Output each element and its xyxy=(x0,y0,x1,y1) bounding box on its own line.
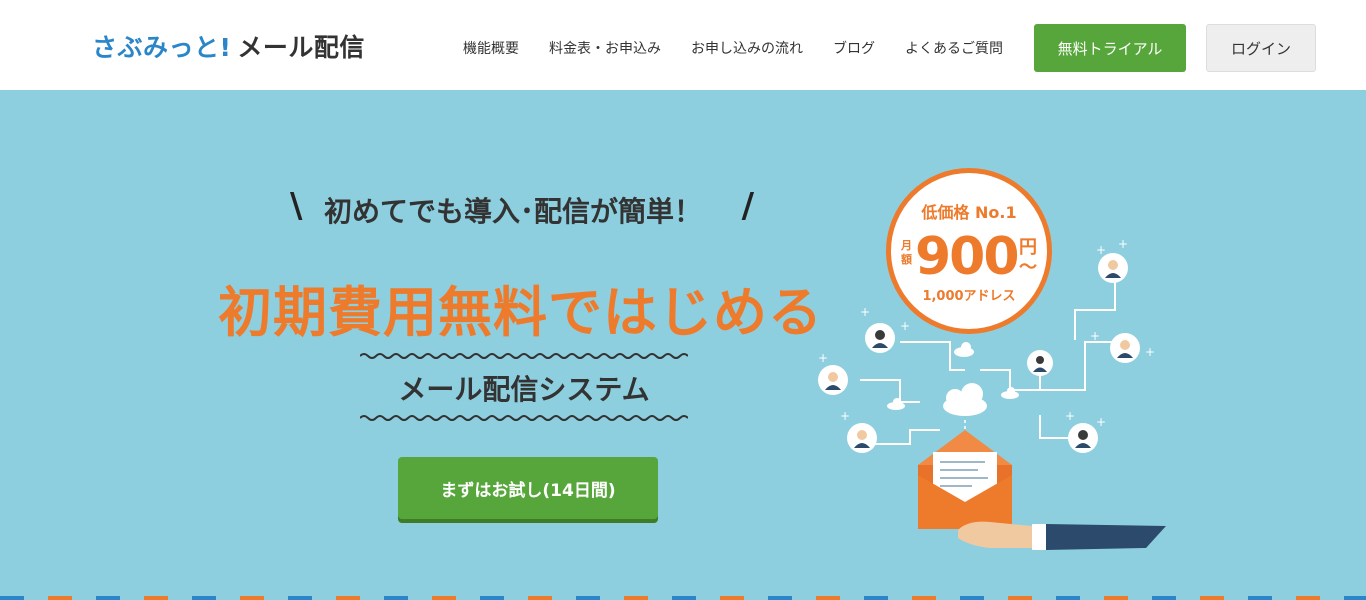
hero-headline: 初期費用無料ではじめる xyxy=(218,281,823,344)
hero-subtitle-block: メール配信システム xyxy=(360,352,688,422)
login-button[interactable]: ログイン xyxy=(1206,24,1316,72)
hero-tagline: \ 初めてでも導入･配信が簡単！ / xyxy=(290,186,760,228)
logo-brand: さぶみっと! xyxy=(92,33,232,62)
nav-item-blog[interactable]: ブログ xyxy=(833,38,875,58)
svg-text:+: + xyxy=(1090,329,1100,343)
svg-text:+: + xyxy=(900,319,910,333)
hero-subtitle: メール配信システム xyxy=(398,373,650,406)
price-badge: 低価格 No.1 月額 900 円 〜 1,000アドレス xyxy=(886,168,1052,334)
svg-text:+: + xyxy=(860,305,870,319)
logo-product: メール配信 xyxy=(237,33,365,62)
svg-text:+: + xyxy=(1118,237,1128,251)
badge-tilde: 〜 xyxy=(1019,257,1037,278)
svg-text:+: + xyxy=(1065,409,1075,423)
nav-item-features[interactable]: 機能概要 xyxy=(463,38,519,58)
tagline-right-slash: / xyxy=(741,186,754,226)
hero-section: \ 初めてでも導入･配信が簡単！ / 初期費用無料ではじめる メール配信システム… xyxy=(0,90,1366,600)
badge-lowest-price: 低価格 No.1 xyxy=(921,203,1017,222)
svg-text:+: + xyxy=(1096,243,1106,257)
bottom-decorative-stripe xyxy=(0,596,1366,600)
hand-icon xyxy=(958,521,1166,550)
tagline-left-slash: \ xyxy=(290,186,303,226)
svg-text:+: + xyxy=(840,409,850,423)
nav-item-pricing[interactable]: 料金表・お申込み xyxy=(549,38,661,58)
main-nav: 機能概要 料金表・お申込み お申し込みの流れ ブログ よくあるご質問 xyxy=(463,38,1003,58)
wavy-divider-top xyxy=(360,353,688,359)
badge-monthly: 月額 xyxy=(901,239,912,266)
tagline-text: 初めてでも導入･配信が簡単！ xyxy=(324,195,703,228)
envelope-icon xyxy=(918,430,1012,529)
nav-item-flow[interactable]: お申し込みの流れ xyxy=(691,38,803,58)
badge-price: 900 xyxy=(915,227,1020,287)
wavy-divider-bottom xyxy=(360,415,688,421)
svg-text:+: + xyxy=(818,351,828,365)
site-header: さぶみっと! メール配信 機能概要 料金表・お申込み お申し込みの流れ ブログ よ… xyxy=(0,0,1366,90)
try-free-cta-button[interactable]: まずはお試し(14日間) xyxy=(398,457,658,519)
site-logo[interactable]: さぶみっと! メール配信 xyxy=(92,28,365,64)
svg-text:+: + xyxy=(1145,345,1155,359)
free-trial-button[interactable]: 無料トライアル xyxy=(1034,24,1186,72)
nav-item-faq[interactable]: よくあるご質問 xyxy=(905,38,1003,58)
badge-address-count: 1,000アドレス xyxy=(922,289,1016,304)
svg-text:+: + xyxy=(1096,415,1106,429)
